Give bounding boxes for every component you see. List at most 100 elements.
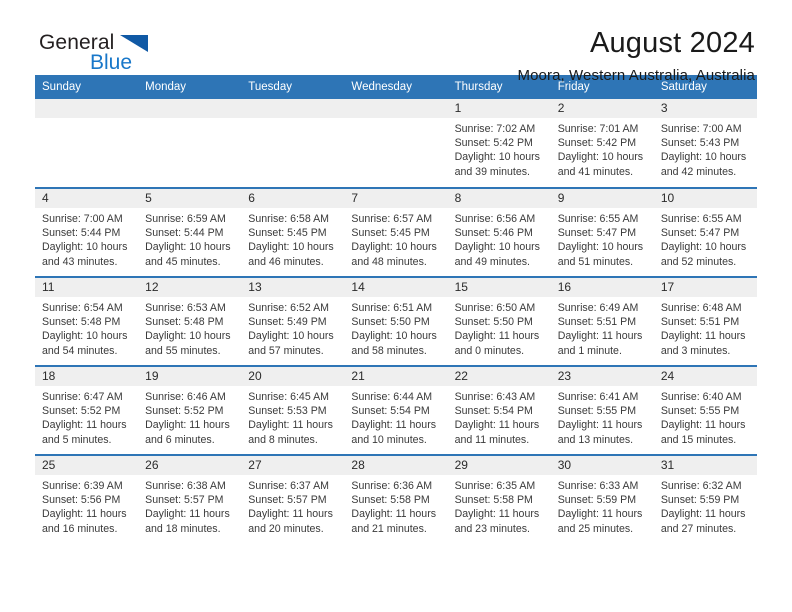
- day-number: [344, 99, 448, 118]
- day-cell[interactable]: 6 Sunrise: 6:58 AM Sunset: 5:45 PM Dayli…: [241, 187, 345, 277]
- day-cell[interactable]: 31 Sunrise: 6:32 AM Sunset: 5:59 PM Dayl…: [653, 454, 757, 544]
- day-number: 7: [344, 189, 448, 208]
- sunset-text: Sunset: 5:44 PM: [145, 227, 224, 240]
- day-cell[interactable]: 9 Sunrise: 6:55 AM Sunset: 5:47 PM Dayli…: [550, 187, 654, 277]
- sunset-text: Sunset: 5:54 PM: [454, 405, 533, 418]
- sunset-text: Sunset: 5:56 PM: [42, 494, 121, 507]
- day-cell[interactable]: 20 Sunrise: 6:45 AM Sunset: 5:53 PM Dayl…: [241, 365, 345, 455]
- daylight-text-line1: Daylight: 10 hours: [660, 151, 747, 164]
- brand-name-general: General: [39, 31, 115, 54]
- sunrise-text: Sunrise: 6:39 AM: [42, 480, 123, 492]
- day-cell[interactable]: 30 Sunrise: 6:33 AM Sunset: 5:59 PM Dayl…: [550, 454, 654, 544]
- day-info: Sunrise: 6:45 AM Sunset: 5:53 PM Dayligh…: [241, 386, 344, 447]
- day-cell[interactable]: 21 Sunrise: 6:44 AM Sunset: 5:54 PM Dayl…: [344, 365, 448, 455]
- day-cell[interactable]: 16 Sunrise: 6:49 AM Sunset: 5:51 PM Dayl…: [550, 276, 654, 366]
- day-cell[interactable]: 26 Sunrise: 6:38 AM Sunset: 5:57 PM Dayl…: [138, 454, 242, 544]
- day-number: 31: [653, 456, 757, 475]
- daylight-text-line2: and 8 minutes.: [248, 433, 318, 446]
- day-cell[interactable]: 1 Sunrise: 7:02 AM Sunset: 5:42 PM Dayli…: [447, 99, 551, 188]
- day-cell[interactable]: 5 Sunrise: 6:59 AM Sunset: 5:44 PM Dayli…: [138, 187, 242, 277]
- day-number: 26: [138, 456, 242, 475]
- day-cell[interactable]: [35, 99, 139, 188]
- day-number: 19: [138, 367, 242, 386]
- day-cell[interactable]: [344, 99, 448, 188]
- sunrise-text: Sunrise: 6:48 AM: [660, 302, 742, 314]
- daylight-text-line1: Daylight: 11 hours: [660, 508, 746, 521]
- sunrise-text: Sunrise: 6:47 AM: [42, 391, 123, 403]
- day-cell[interactable]: 4 Sunrise: 7:00 AM Sunset: 5:44 PM Dayli…: [35, 187, 139, 277]
- day-cell[interactable]: 11 Sunrise: 6:54 AM Sunset: 5:48 PM Dayl…: [35, 276, 139, 366]
- sunset-text: Sunset: 5:42 PM: [557, 137, 637, 150]
- sunset-text: Sunset: 5:50 PM: [351, 316, 430, 329]
- daylight-text-line1: Daylight: 10 hours: [145, 330, 231, 343]
- sunset-text: Sunset: 5:48 PM: [42, 316, 121, 329]
- day-cell[interactable]: 10 Sunrise: 6:55 AM Sunset: 5:47 PM Dayl…: [653, 187, 757, 277]
- daylight-text-line2: and 39 minutes.: [454, 165, 530, 178]
- day-cell[interactable]: 23 Sunrise: 6:41 AM Sunset: 5:55 PM Dayl…: [550, 365, 654, 455]
- day-number: 3: [653, 99, 757, 118]
- daylight-text-line1: Daylight: 10 hours: [557, 151, 644, 164]
- day-cell[interactable]: 13 Sunrise: 6:52 AM Sunset: 5:49 PM Dayl…: [241, 276, 345, 366]
- sunset-text: Sunset: 5:52 PM: [145, 405, 224, 418]
- page-subtitle: Moora, Western Australia, Australia: [517, 67, 755, 85]
- sunset-text: Sunset: 5:43 PM: [660, 137, 740, 150]
- day-cell[interactable]: 3 Sunrise: 7:00 AM Sunset: 5:43 PM Dayli…: [653, 99, 757, 188]
- calendar-body: 1 Sunrise: 7:02 AM Sunset: 5:42 PM Dayli…: [35, 99, 757, 544]
- day-cell[interactable]: [138, 99, 242, 188]
- sunrise-text: Sunrise: 6:53 AM: [145, 302, 226, 314]
- sunrise-text: Sunrise: 6:56 AM: [454, 213, 536, 225]
- sunset-text: Sunset: 5:46 PM: [454, 227, 533, 240]
- sunset-text: Sunset: 5:55 PM: [557, 405, 637, 418]
- day-cell[interactable]: 12 Sunrise: 6:53 AM Sunset: 5:48 PM Dayl…: [138, 276, 242, 366]
- sunrise-text: Sunrise: 6:52 AM: [248, 302, 329, 314]
- sunrise-text: Sunrise: 6:45 AM: [248, 391, 329, 403]
- day-cell[interactable]: [241, 99, 345, 188]
- day-info: Sunrise: 6:57 AM Sunset: 5:45 PM Dayligh…: [344, 208, 447, 269]
- day-info: Sunrise: 6:35 AM Sunset: 5:58 PM Dayligh…: [448, 475, 551, 536]
- title-block: August 2024 Moora, Western Australia, Au…: [517, 28, 758, 85]
- daylight-text-line2: and 49 minutes.: [454, 255, 530, 268]
- daylight-text-line1: Daylight: 11 hours: [454, 508, 540, 521]
- day-cell[interactable]: 24 Sunrise: 6:40 AM Sunset: 5:55 PM Dayl…: [653, 365, 757, 455]
- day-info: Sunrise: 7:01 AM Sunset: 5:42 PM Dayligh…: [551, 118, 654, 179]
- day-number: 24: [653, 367, 757, 386]
- daylight-text-line2: and 0 minutes.: [454, 344, 525, 357]
- day-cell[interactable]: 14 Sunrise: 6:51 AM Sunset: 5:50 PM Dayl…: [344, 276, 448, 366]
- sunset-text: Sunset: 5:52 PM: [42, 405, 121, 418]
- day-number: 17: [653, 278, 757, 297]
- daylight-text-line2: and 55 minutes.: [145, 344, 221, 357]
- day-info: Sunrise: 7:00 AM Sunset: 5:43 PM Dayligh…: [654, 118, 757, 179]
- daylight-text-line2: and 54 minutes.: [42, 344, 118, 357]
- day-number: 15: [447, 278, 551, 297]
- day-cell[interactable]: 25 Sunrise: 6:39 AM Sunset: 5:56 PM Dayl…: [35, 454, 139, 544]
- week-row: 1 Sunrise: 7:02 AM Sunset: 5:42 PM Dayli…: [35, 99, 757, 188]
- day-cell[interactable]: 22 Sunrise: 6:43 AM Sunset: 5:54 PM Dayl…: [447, 365, 551, 455]
- day-number: 13: [241, 278, 345, 297]
- week-row: 4 Sunrise: 7:00 AM Sunset: 5:44 PM Dayli…: [35, 187, 757, 277]
- day-info: Sunrise: 6:55 AM Sunset: 5:47 PM Dayligh…: [654, 208, 757, 269]
- day-cell[interactable]: 17 Sunrise: 6:48 AM Sunset: 5:51 PM Dayl…: [653, 276, 757, 366]
- sunrise-text: Sunrise: 6:49 AM: [557, 302, 639, 314]
- day-cell[interactable]: 7 Sunrise: 6:57 AM Sunset: 5:45 PM Dayli…: [344, 187, 448, 277]
- day-cell[interactable]: 2 Sunrise: 7:01 AM Sunset: 5:42 PM Dayli…: [550, 99, 654, 188]
- day-cell[interactable]: 8 Sunrise: 6:56 AM Sunset: 5:46 PM Dayli…: [447, 187, 551, 277]
- brand-logo[interactable]: General Blue: [35, 28, 189, 80]
- day-cell[interactable]: 15 Sunrise: 6:50 AM Sunset: 5:50 PM Dayl…: [447, 276, 551, 366]
- daylight-text-line1: Daylight: 11 hours: [660, 419, 746, 432]
- day-cell[interactable]: 27 Sunrise: 6:37 AM Sunset: 5:57 PM Dayl…: [241, 454, 345, 544]
- daylight-text-line1: Daylight: 11 hours: [248, 508, 333, 521]
- day-cell[interactable]: 28 Sunrise: 6:36 AM Sunset: 5:58 PM Dayl…: [344, 454, 448, 544]
- daylight-text-line2: and 11 minutes.: [454, 433, 530, 446]
- daylight-text-line2: and 42 minutes.: [660, 165, 737, 178]
- sunrise-text: Sunrise: 6:46 AM: [145, 391, 226, 403]
- day-number: 12: [138, 278, 242, 297]
- daylight-text-line2: and 52 minutes.: [660, 255, 737, 268]
- day-info: Sunrise: 6:53 AM Sunset: 5:48 PM Dayligh…: [138, 297, 241, 358]
- day-number: 21: [344, 367, 448, 386]
- day-info: Sunrise: 6:49 AM Sunset: 5:51 PM Dayligh…: [551, 297, 654, 358]
- day-cell[interactable]: 19 Sunrise: 6:46 AM Sunset: 5:52 PM Dayl…: [138, 365, 242, 455]
- day-info: Sunrise: 6:56 AM Sunset: 5:46 PM Dayligh…: [448, 208, 551, 269]
- sunrise-text: Sunrise: 6:37 AM: [248, 480, 329, 492]
- day-cell[interactable]: 29 Sunrise: 6:35 AM Sunset: 5:58 PM Dayl…: [447, 454, 551, 544]
- day-cell[interactable]: 18 Sunrise: 6:47 AM Sunset: 5:52 PM Dayl…: [35, 365, 139, 455]
